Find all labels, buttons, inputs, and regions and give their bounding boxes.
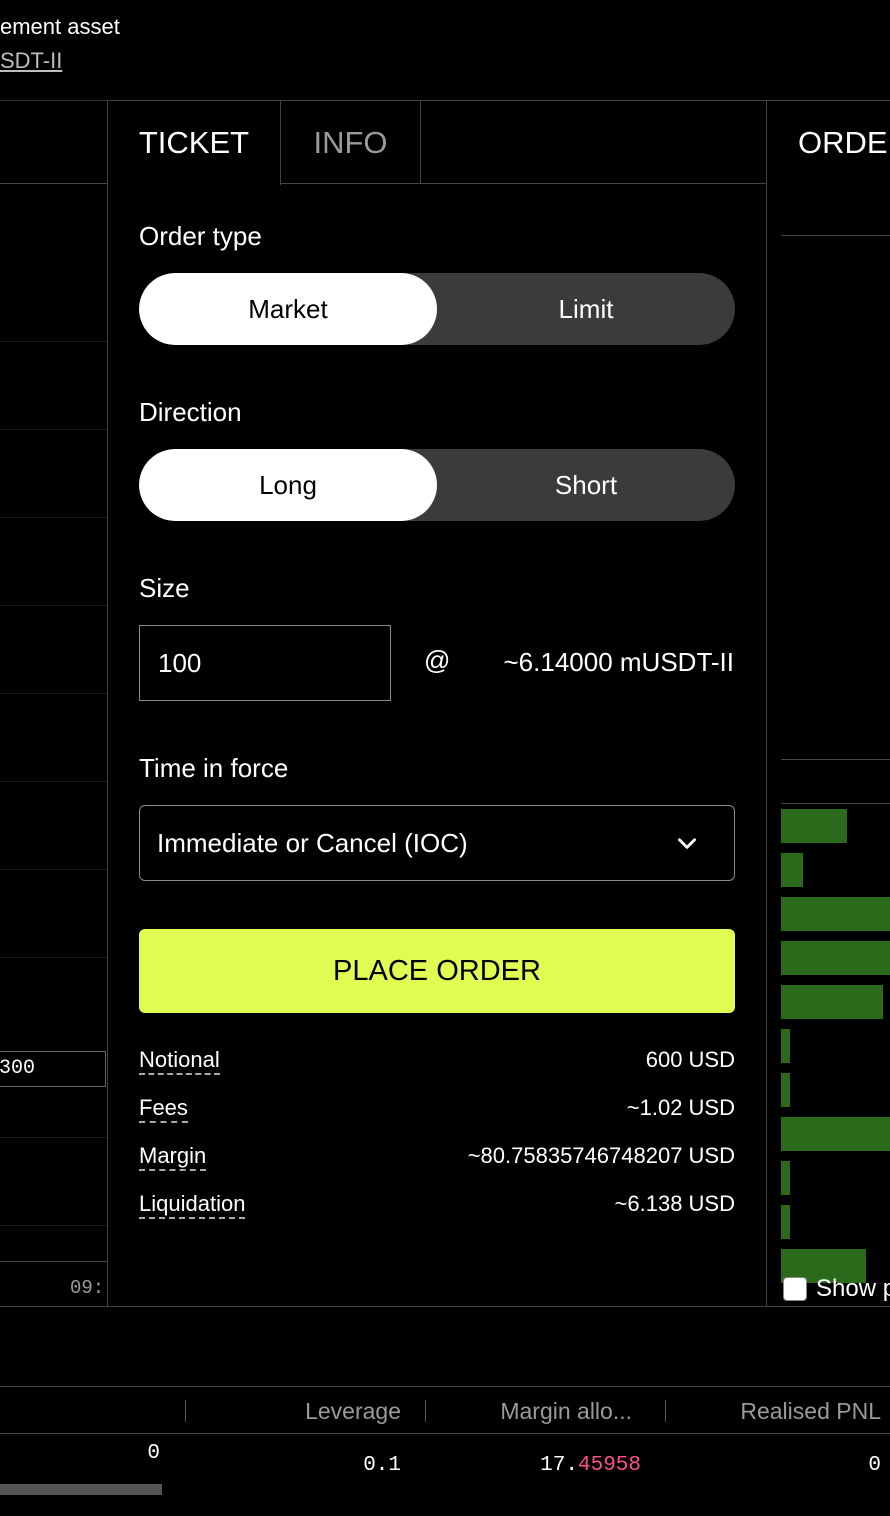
summary-key[interactable]: Notional [139,1047,220,1075]
order-type-market[interactable]: Market [139,273,437,345]
margin-integer: 17. [540,1454,578,1477]
summary-value: ~6.138 USD [614,1191,735,1216]
position-realised-pnl: 0 [868,1454,881,1477]
chevron-down-icon [678,838,696,849]
tab-info[interactable]: INFO [281,101,421,184]
time-in-force-label: Time in force [139,753,289,783]
chart-gridline [0,869,107,870]
summary-notional: Notional 600 USD [139,1047,735,1077]
settlement-asset-link[interactable]: SDT-II [0,48,62,74]
order-type-limit[interactable]: Limit [437,273,735,345]
summary-value: 600 USD [645,1047,735,1072]
chart-gridline [0,1225,107,1226]
time-in-force-select[interactable]: Immediate or Cancel (IOC) [139,805,735,881]
horizontal-scrollbar[interactable] [0,1484,162,1495]
order-type-label: Order type [139,221,262,251]
estimated-price: ~6.14000 mUSDT-II [503,647,735,677]
position-cell: 0 [147,1442,160,1465]
chart-gridline [0,605,107,606]
chart-divider [0,183,107,184]
summary-key[interactable]: Margin [139,1143,207,1171]
settlement-asset-label: ement asset [0,14,120,39]
summary-key[interactable]: Liquidation [139,1191,246,1219]
at-symbol: @ [424,645,451,675]
column-header-realised-pnl[interactable]: Realised PNL [740,1387,881,1435]
summary-liquidation: Liquidation ~6.138 USD [139,1191,735,1221]
orderbook-panel: ORDERBOOK Show prices [767,100,890,1306]
orderbook-divider [781,803,890,804]
direction-toggle: Long Short [139,449,735,521]
place-order-button[interactable]: PLACE ORDER [139,929,735,1013]
column-divider [425,1400,426,1422]
depth-bar [781,1029,790,1063]
time-axis-tick: 09: [70,1277,105,1299]
show-prices-label: Show prices [816,1275,890,1302]
column-divider [185,1400,186,1422]
price-chart[interactable]: 300 09: [0,100,107,1306]
depth-bar [781,985,883,1019]
summary-value: ~1.02 USD [626,1095,735,1120]
chart-gridline [0,781,107,782]
position-margin: 17.45958 [540,1454,641,1477]
orderbook-divider [781,759,890,760]
chart-gridline [0,341,107,342]
column-header-leverage[interactable]: Leverage [305,1387,401,1435]
orderbook-tab[interactable]: ORDERBOOK [798,125,890,161]
chart-gridline [0,429,107,430]
column-divider [665,1400,666,1422]
margin-decimal: 45958 [577,1454,641,1477]
chart-gridline [0,1137,107,1138]
time-in-force-value: Immediate or Cancel (IOC) [157,828,468,858]
depth-bar [781,897,890,931]
panel-divider [0,1306,890,1307]
depth-bar [781,1117,890,1151]
direction-long[interactable]: Long [139,449,437,521]
chart-gridline [0,693,107,694]
orderbook-divider [781,235,890,236]
direction-label: Direction [139,397,242,427]
depth-bar [781,1073,790,1107]
show-prices-checkbox[interactable] [783,1277,807,1301]
depth-bar [781,853,803,887]
chart-gridline [0,517,107,518]
depth-bar [781,1205,790,1239]
size-input[interactable] [139,625,391,701]
depth-bar [781,1161,790,1195]
position-leverage: 0.1 [363,1454,401,1477]
chart-gridline [0,957,107,958]
summary-key[interactable]: Fees [139,1095,188,1123]
summary-value: ~80.75835746748207 USD [467,1143,735,1168]
summary-fees: Fees ~1.02 USD [139,1095,735,1125]
order-type-toggle: Market Limit [139,273,735,345]
size-label: Size [139,573,190,603]
column-header-margin[interactable]: Margin allo... [500,1387,632,1435]
depth-bar [781,809,847,843]
tab-ticket[interactable]: TICKET [108,101,281,185]
ticket-tabs: TICKET INFO [108,101,767,185]
price-axis-label: 300 [0,1051,106,1087]
summary-margin: Margin ~80.75835746748207 USD [139,1143,735,1173]
chart-axis-line [0,1261,107,1262]
positions-table-header: Leverage Margin allo... Realised PNL [0,1386,890,1434]
order-ticket-panel: TICKET INFO Order type Market Limit Dire… [107,100,767,1306]
direction-short[interactable]: Short [437,449,735,521]
depth-bar [781,941,890,975]
